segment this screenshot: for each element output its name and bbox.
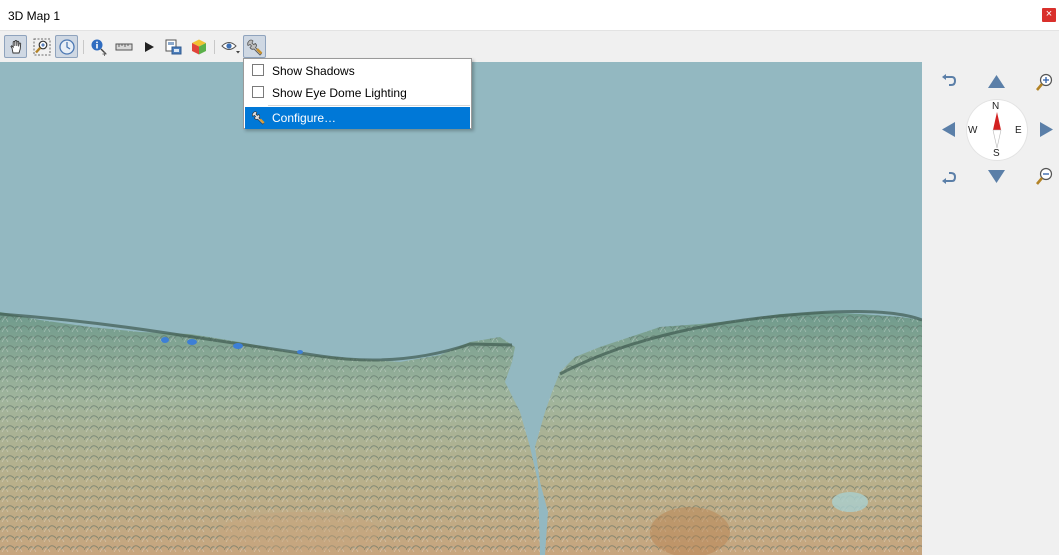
options-dropdown-menu: Show Shadows Show Eye Dome Lighting Conf…	[243, 58, 472, 129]
wrench-icon	[252, 111, 265, 125]
menu-item-show-shadows[interactable]: Show Shadows	[245, 60, 470, 82]
rotate-left-icon[interactable]	[940, 74, 958, 90]
options-menu-button[interactable]	[243, 35, 266, 58]
eye-dropdown-icon	[220, 41, 240, 53]
map3d-toolbar	[0, 32, 1059, 60]
window-title: 3D Map 1	[8, 9, 61, 23]
compass-south-label: S	[993, 148, 1000, 159]
compass-west-label: W	[968, 125, 978, 136]
export-scene-icon	[191, 39, 206, 54]
identify-button[interactable]	[87, 35, 110, 58]
menu-item-label: Configure…	[272, 111, 337, 125]
menu-item-show-eye-dome-lighting[interactable]: Show Eye Dome Lighting	[245, 82, 470, 104]
export-scene-button[interactable]	[187, 35, 210, 58]
toolbar-separator	[214, 40, 215, 54]
wrench-options-icon	[246, 39, 262, 56]
camera-control-button[interactable]	[55, 35, 78, 58]
rotate-right-icon[interactable]	[940, 168, 958, 184]
menu-separator	[268, 105, 470, 106]
close-button[interactable]: ×	[1042, 8, 1056, 22]
pan-tool-button[interactable]	[4, 35, 27, 58]
compass-east-label: E	[1015, 125, 1022, 136]
zoom-full-icon	[33, 38, 50, 55]
compass-needle-icon	[992, 112, 1002, 148]
camera-rotate-icon	[58, 38, 75, 55]
identify-icon	[91, 39, 106, 56]
compass-rose[interactable]: N S E W	[967, 100, 1027, 160]
pan-right-arrow-icon[interactable]	[1040, 122, 1053, 137]
menu-item-label: Show Shadows	[272, 64, 355, 78]
toolbar-separator	[83, 40, 84, 54]
zoom-in-icon[interactable]	[1035, 73, 1054, 92]
view-effects-dropdown[interactable]	[219, 35, 242, 58]
measure-line-icon	[115, 43, 132, 50]
pan-down-arrow-icon[interactable]	[988, 170, 1005, 183]
map3d-canvas[interactable]	[0, 62, 922, 555]
menu-item-label: Show Eye Dome Lighting	[272, 86, 407, 100]
zoom-out-icon[interactable]	[1035, 167, 1054, 186]
pan-up-arrow-icon[interactable]	[988, 75, 1005, 88]
animation-button[interactable]	[137, 35, 160, 58]
show-eye-dome-lighting-checkbox[interactable]	[252, 86, 264, 98]
menu-item-configure[interactable]: Configure…	[245, 107, 470, 129]
pan-left-arrow-icon[interactable]	[942, 122, 955, 137]
save-image-button[interactable]	[161, 35, 184, 58]
compass-north-label: N	[992, 101, 1000, 112]
show-shadows-checkbox[interactable]	[252, 64, 264, 76]
measure-button[interactable]	[112, 35, 135, 58]
pan-hand-icon	[9, 39, 21, 53]
save-image-icon	[165, 39, 181, 54]
window-titlebar: 3D Map 1 ×	[0, 0, 1059, 31]
zoom-full-button[interactable]	[30, 35, 53, 58]
terrain-view	[0, 62, 922, 555]
play-animation-icon	[144, 41, 154, 52]
